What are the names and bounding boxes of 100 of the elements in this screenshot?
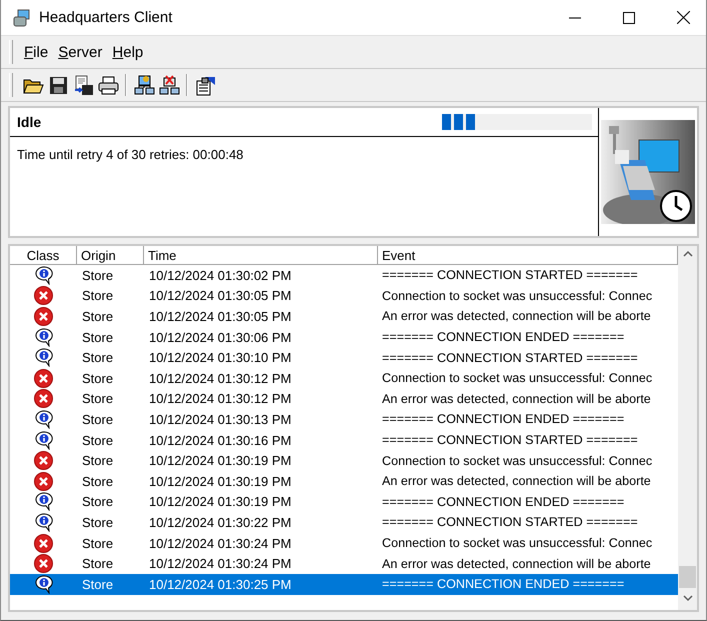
info-icon: [34, 328, 54, 347]
log-row[interactable]: Store 10/12/2024 01:30:10 PM ======= CONNECTION STARTED =======: [10, 347, 678, 368]
time-cell-text: 10/12/2024 01:30:13 PM: [148, 412, 292, 427]
event-cell-text: ======= CONNECTION STARTED =======: [381, 433, 639, 448]
origin-cell-text: Store: [81, 350, 114, 366]
event-cell-text: ======= CONNECTION STARTED =======: [381, 515, 639, 530]
time-cell-text: 10/12/2024 01:30:12 PM: [148, 370, 292, 386]
floppy-disk-icon[interactable]: [47, 74, 69, 96]
log-row[interactable]: Store 10/12/2024 01:30:12 PM Connection to socket was unsuccessful: Connec: [10, 368, 678, 389]
event-cell-text: ======= CONNECTION STARTED =======: [381, 268, 639, 282]
origin-cell-text: Store: [81, 453, 114, 468]
error-icon: [34, 534, 53, 553]
time-cell-text: 10/12/2024 01:30:12 PM: [148, 391, 292, 406]
time-cell-text: 10/12/2024 01:30:05 PM: [148, 308, 292, 324]
menu-item[interactable]: Help: [107, 42, 148, 62]
log-row[interactable]: Store 10/12/2024 01:30:12 PM An error was detected, connection will be aborte: [10, 388, 678, 410]
menu-item[interactable]: File: [19, 42, 54, 62]
event-cell-text: An error was detected, connection will be aborte: [381, 474, 652, 488]
properties-icon[interactable]: [194, 74, 216, 96]
origin-cell-text: Store: [81, 576, 114, 592]
log-row[interactable]: Store 10/12/2024 01:30:13 PM ======= CONNECTION ENDED =======: [10, 409, 678, 430]
status-label: Idle: [17, 114, 42, 130]
error-icon: [34, 306, 53, 326]
error-icon: [34, 368, 53, 388]
error-icon: [34, 286, 53, 306]
time-cell-text: 10/12/2024 01:30:24 PM: [148, 536, 292, 551]
event-cell-text: Connection to socket was unsuccessful: Connec: [381, 536, 654, 550]
origin-cell-text: Store: [81, 288, 114, 304]
log-row[interactable]: Store 10/12/2024 01:30:19 PM An error was detected, connection will be aborte: [10, 470, 678, 492]
event-cell-text: ======= CONNECTION ENDED =======: [381, 577, 626, 592]
time-cell-text: 10/12/2024 01:30:10 PM: [148, 350, 292, 366]
error-icon: [34, 472, 53, 491]
event-cell-text: ======= CONNECTION STARTED =======: [381, 350, 639, 365]
log-row[interactable]: Store 10/12/2024 01:30:05 PM Connection to socket was unsuccessful: Connec: [10, 286, 678, 306]
close-icon[interactable]: [676, 11, 690, 24]
origin-cell-text: Store: [81, 391, 114, 406]
log-row[interactable]: Store 10/12/2024 01:30:25 PM ======= CONNECTION ENDED =======: [10, 574, 678, 594]
time-cell-text: 10/12/2024 01:30:19 PM: [148, 474, 292, 489]
info-icon: [34, 574, 54, 594]
info-icon: [34, 492, 54, 512]
origin-cell-text: Store: [81, 474, 114, 489]
error-icon: [34, 389, 53, 408]
time-cell-text: 10/12/2024 01:30:22 PM: [148, 514, 292, 530]
time-cell-text: 10/12/2024 01:30:19 PM: [148, 494, 292, 510]
info-icon: [34, 348, 54, 368]
event-cell-text: An error was detected, connection will be aborte: [381, 309, 652, 324]
info-icon: [34, 430, 54, 450]
error-icon: [34, 554, 53, 574]
log-row[interactable]: Store 10/12/2024 01:30:24 PM Connection to socket was unsuccessful: Connec: [10, 532, 678, 554]
status-message: Time until retry 4 of 30 retries: 00:00:48: [17, 147, 244, 162]
log-row[interactable]: Store 10/12/2024 01:30:02 PM ======= CONNECTION STARTED =======: [10, 265, 678, 286]
time-cell-text: 10/12/2024 01:30:06 PM: [148, 330, 292, 345]
log-row[interactable]: Store 10/12/2024 01:30:19 PM ======= CONNECTION ENDED =======: [10, 492, 678, 512]
origin-cell-text: Store: [81, 308, 114, 324]
network-computers-icon[interactable]: [133, 74, 155, 96]
origin-cell-text: Store: [81, 412, 114, 427]
info-icon: [34, 410, 54, 429]
log-row[interactable]: Store 10/12/2024 01:30:22 PM ======= CONNECTION STARTED =======: [10, 512, 678, 533]
time-cell-text: 10/12/2024 01:30:19 PM: [148, 453, 292, 468]
origin-cell-text: Store: [81, 432, 114, 448]
maximize-icon[interactable]: [623, 12, 635, 24]
event-cell-text: Connection to socket was unsuccessful: Connec: [381, 371, 654, 386]
time-cell-text: 10/12/2024 01:30:24 PM: [148, 556, 292, 572]
event-cell-text: ======= CONNECTION ENDED =======: [381, 494, 626, 509]
log-row[interactable]: Store 10/12/2024 01:30:05 PM An error was detected, connection will be aborte: [10, 306, 678, 327]
error-icon: [34, 451, 53, 470]
log-row[interactable]: Store 10/12/2024 01:30:24 PM An error was detected, connection will be aborte: [10, 553, 678, 574]
info-icon: [34, 266, 54, 285]
origin-cell-text: Store: [81, 330, 114, 345]
log-row[interactable]: Store 10/12/2024 01:30:16 PM ======= CONNECTION STARTED =======: [10, 430, 678, 450]
scrollbar[interactable]: [678, 246, 697, 610]
app-icon: [13, 8, 31, 26]
origin-cell-text: Store: [81, 268, 114, 283]
event-cell-text: An error was detected, connection will be aborte: [381, 392, 652, 406]
column-header[interactable]: Time: [144, 246, 378, 265]
log-row[interactable]: Store 10/12/2024 01:30:06 PM ======= CONNECTION ENDED =======: [10, 326, 678, 348]
log-row[interactable]: Store 10/12/2024 01:30:19 PM Connection to socket was unsuccessful: Connec: [10, 450, 678, 471]
event-cell-text: ======= CONNECTION ENDED =======: [381, 412, 626, 426]
menu-item[interactable]: Server: [53, 42, 108, 62]
time-cell-text: 10/12/2024 01:30:25 PM: [148, 576, 292, 592]
time-cell-text: 10/12/2024 01:30:02 PM: [148, 268, 292, 283]
network-disconnect-icon[interactable]: [158, 74, 180, 96]
origin-cell-text: Store: [81, 514, 114, 530]
scroll-thumb[interactable]: [679, 566, 696, 588]
event-cell-text: Connection to socket was unsuccessful: Connec: [381, 454, 654, 468]
printer-icon[interactable]: [97, 74, 119, 96]
time-cell-text: 10/12/2024 01:30:05 PM: [148, 288, 292, 304]
origin-cell-text: Store: [81, 494, 114, 510]
origin-cell-text: Store: [81, 556, 114, 572]
info-icon: [34, 512, 54, 532]
time-cell-text: 10/12/2024 01:30:16 PM: [148, 432, 292, 448]
window-title: Headquarters Client: [39, 9, 174, 26]
column-header[interactable]: Origin: [77, 246, 144, 265]
event-cell-text: Connection to socket was unsuccessful: Connec: [381, 288, 654, 303]
origin-cell-text: Store: [81, 536, 114, 551]
origin-cell-text: Store: [81, 370, 114, 386]
minimize-icon[interactable]: [569, 16, 581, 18]
event-cell-text: An error was detected, connection will be aborte: [381, 556, 652, 571]
event-cell-text: ======= CONNECTION ENDED =======: [381, 330, 626, 344]
column-header[interactable]: Event: [378, 246, 678, 265]
